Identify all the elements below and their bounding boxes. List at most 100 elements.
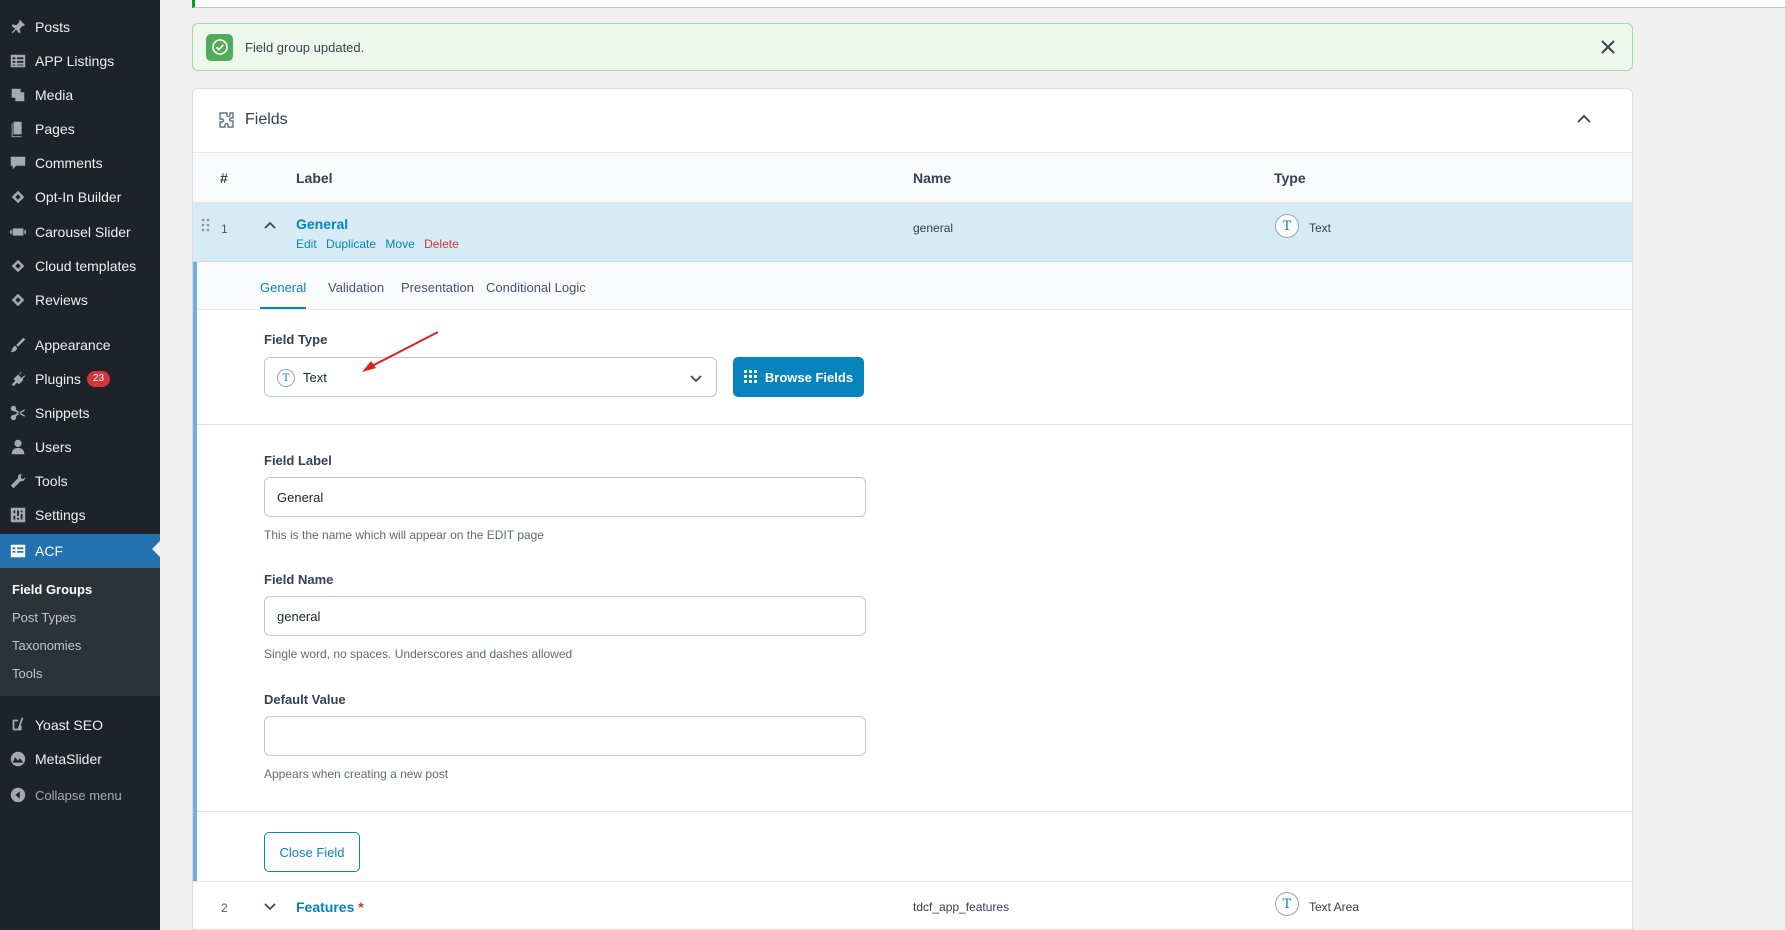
notice-message: Field group updated. xyxy=(245,39,365,55)
text-area-type-icon: T xyxy=(1275,892,1299,916)
move-link[interactable]: Move xyxy=(385,237,414,251)
sidebar-item-metaslider[interactable]: MetaSlider xyxy=(0,744,160,774)
sidebar-item-app-listings[interactable]: APP Listings xyxy=(0,46,160,76)
yoast-icon xyxy=(9,716,27,734)
submenu-post-types[interactable]: Post Types xyxy=(12,610,76,625)
brush-icon xyxy=(9,336,27,354)
chevron-down-icon[interactable] xyxy=(263,899,277,913)
sidebar-item-acf[interactable]: ACF xyxy=(0,534,160,568)
field-label-link[interactable]: General xyxy=(296,216,348,232)
card-title: Fields xyxy=(245,111,288,128)
table-row[interactable]: 1 General Edit Duplicate Move Delete gen… xyxy=(193,203,1632,262)
submenu-tools[interactable]: Tools xyxy=(12,666,42,681)
sidebar-item-users[interactable]: Users xyxy=(0,432,160,462)
page-icon xyxy=(9,120,27,138)
submenu-field-groups[interactable]: Field Groups xyxy=(12,582,92,597)
sidebar-item-pages[interactable]: Pages xyxy=(0,114,160,144)
media-icon xyxy=(9,86,27,104)
field-name-help: Single word, no spaces. Underscores and … xyxy=(264,647,573,661)
field-name-label: Field Name xyxy=(264,572,334,587)
collapse-menu-button[interactable]: Collapse menu xyxy=(0,780,160,810)
tab-validation[interactable]: Validation xyxy=(328,280,384,295)
field-type-selected: Text xyxy=(303,370,327,385)
row-number: 1 xyxy=(221,222,228,236)
sidebar-item-media[interactable]: Media xyxy=(0,80,160,110)
browse-fields-button[interactable]: Browse Fields xyxy=(733,357,864,397)
sidebar-item-label: Appearance xyxy=(35,337,111,353)
sidebar-item-cloud-templates[interactable]: Cloud templates xyxy=(0,251,160,281)
browse-fields-label: Browse Fields xyxy=(764,369,854,385)
previous-panel-edge xyxy=(192,0,1785,8)
sidebar-item-yoast-seo[interactable]: Yoast SEO xyxy=(0,710,160,740)
settings-icon xyxy=(9,506,27,524)
sidebar-item-opt-in-builder[interactable]: Opt-In Builder xyxy=(0,182,160,212)
tab-general[interactable]: General xyxy=(260,280,307,309)
field-name-input[interactable]: general xyxy=(264,596,866,636)
check-icon xyxy=(206,33,233,61)
sidebar-item-label: Pages xyxy=(35,121,75,137)
plugins-update-badge: 23 xyxy=(86,371,111,387)
sidebar-item-label: Settings xyxy=(35,507,86,523)
sidebar-item-plugins[interactable]: Plugins 23 xyxy=(0,364,160,394)
settings-tabs: General Validation Presentation Conditio… xyxy=(197,262,1632,310)
field-label-label: Field Label xyxy=(264,453,332,468)
field-type-select[interactable]: T Text xyxy=(264,357,717,397)
sidebar-item-label: Media xyxy=(35,87,74,103)
grid-icon xyxy=(743,370,757,383)
close-field-button[interactable]: Close Field xyxy=(264,832,360,872)
sidebar-item-appearance[interactable]: Appearance xyxy=(0,330,160,360)
field-name-value: tdcf_app_features xyxy=(913,900,1010,914)
slider-icon xyxy=(9,223,27,241)
drag-handle-icon[interactable] xyxy=(201,217,211,233)
field-label-link[interactable]: Features * xyxy=(296,899,364,915)
sidebar-item-settings[interactable]: Settings xyxy=(0,500,160,530)
header-type: Type xyxy=(1274,170,1306,186)
sidebar-item-reviews[interactable]: Reviews xyxy=(0,285,160,315)
sidebar-item-label: Yoast SEO xyxy=(35,717,103,733)
fields-table-header: # Label Name Type xyxy=(193,153,1632,203)
diamond-icon xyxy=(9,188,27,206)
row-number: 2 xyxy=(221,901,228,915)
field-label-input[interactable]: General xyxy=(264,477,866,517)
default-value-input[interactable] xyxy=(264,716,866,756)
table-icon xyxy=(9,52,27,70)
field-type-label: Field Type xyxy=(264,332,328,347)
field-name-value: general xyxy=(913,221,954,235)
chevron-up-icon[interactable] xyxy=(1576,111,1596,131)
sidebar-item-label: Cloud templates xyxy=(35,258,137,274)
section-divider xyxy=(197,424,1632,425)
sidebar-item-tools[interactable]: Tools xyxy=(0,466,160,496)
sidebar-item-posts[interactable]: Posts xyxy=(0,12,160,42)
scissors-icon xyxy=(9,404,27,422)
submenu-taxonomies[interactable]: Taxonomies xyxy=(12,638,81,653)
chevron-down-icon xyxy=(688,370,704,386)
default-value-help: Appears when creating a new post xyxy=(264,767,449,781)
sidebar-item-label: Plugins xyxy=(35,371,81,387)
user-icon xyxy=(9,438,27,456)
tab-presentation[interactable]: Presentation xyxy=(401,280,474,295)
annotation-arrow-icon xyxy=(362,331,439,372)
sidebar-item-snippets[interactable]: Snippets xyxy=(0,398,160,428)
header-num: # xyxy=(220,170,228,186)
sidebar-item-comments[interactable]: Comments xyxy=(0,148,160,178)
default-value-label: Default Value xyxy=(264,692,346,707)
close-icon[interactable] xyxy=(1598,37,1618,57)
delete-link[interactable]: Delete xyxy=(424,237,459,251)
edit-link[interactable]: Edit xyxy=(296,237,317,251)
duplicate-link[interactable]: Duplicate xyxy=(326,237,376,251)
row-actions: Edit Duplicate Move Delete xyxy=(296,237,465,251)
sidebar-item-label: Snippets xyxy=(35,405,90,421)
sidebar-item-label: Carousel Slider xyxy=(35,224,131,240)
tab-conditional-logic[interactable]: Conditional Logic xyxy=(486,280,586,295)
section-divider xyxy=(197,811,1632,812)
acf-submenu: Field Groups Post Types Taxonomies Tools xyxy=(0,568,160,696)
fields-card-header: Fields xyxy=(193,89,1632,153)
success-notice: Field group updated. xyxy=(192,23,1633,71)
sidebar-item-carousel-slider[interactable]: Carousel Slider xyxy=(0,217,160,247)
text-type-icon: T xyxy=(1275,214,1299,238)
table-row[interactable]: 2 Features * tdcf_app_features T Text Ar… xyxy=(193,881,1632,929)
sidebar-item-label: Reviews xyxy=(35,292,88,308)
comment-icon xyxy=(9,154,27,172)
chevron-up-icon[interactable] xyxy=(263,219,277,233)
metaslider-icon xyxy=(9,750,27,768)
